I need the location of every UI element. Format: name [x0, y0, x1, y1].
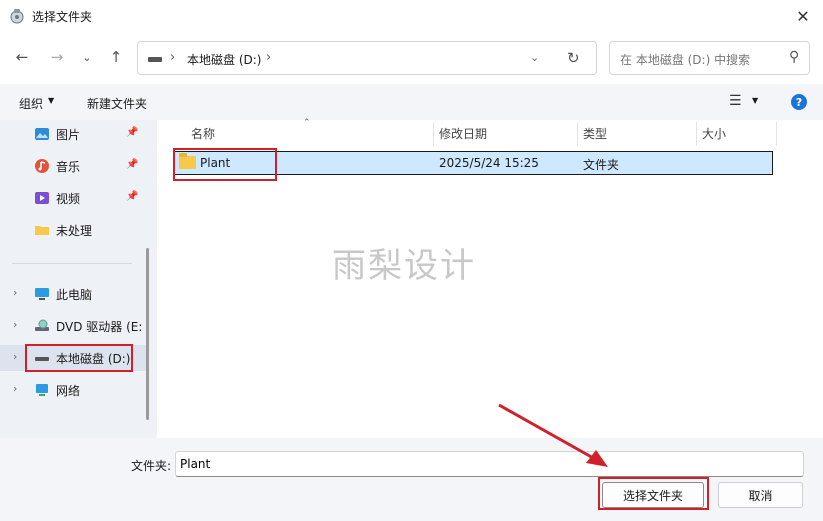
annotation-arrow [498, 403, 608, 467]
